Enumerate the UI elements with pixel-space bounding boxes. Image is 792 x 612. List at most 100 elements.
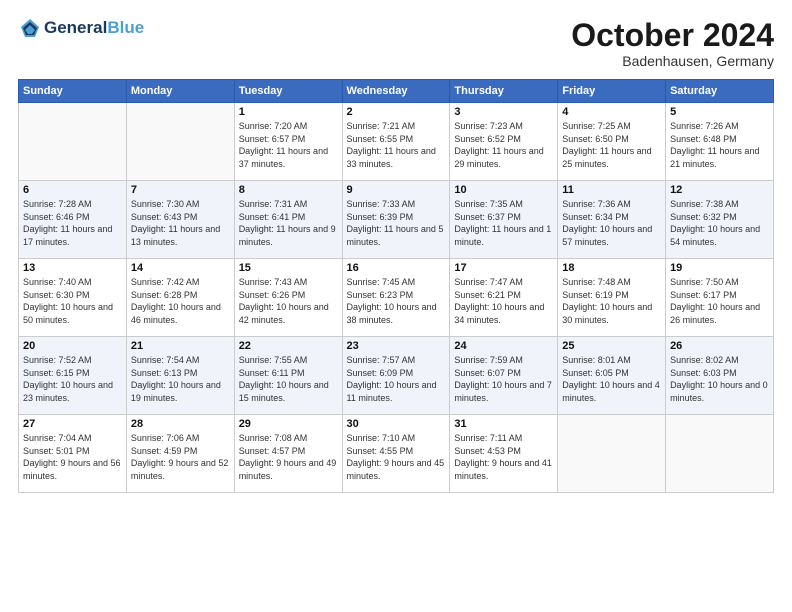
day-info: Sunrise: 7:45 AM Sunset: 6:23 PM Dayligh…	[347, 276, 446, 326]
day-number: 28	[131, 418, 230, 430]
day-number: 22	[239, 340, 338, 352]
table-row: 17Sunrise: 7:47 AM Sunset: 6:21 PM Dayli…	[450, 259, 558, 337]
day-number: 30	[347, 418, 446, 430]
table-row: 18 Sunrise: 7:48 AM Sunset: 6:19 PM Dayli…	[558, 259, 666, 337]
day-number: 10	[454, 184, 553, 196]
table-row: 21 Sunrise: 7:54 AM Sunset: 6:13 PM Dayli…	[126, 337, 234, 415]
day-number: 2	[347, 106, 446, 118]
day-info: Sunrise: 7:28 AM Sunset: 6:46 PM Dayligh…	[23, 198, 122, 248]
day-number: 16	[347, 262, 446, 274]
day-info: Sunrise: 7:21 AM Sunset: 6:55 PM Dayligh…	[347, 120, 446, 170]
day-number: 20	[23, 340, 122, 352]
day-number: 25	[562, 340, 661, 352]
day-info: Sunrise: 7:57 AM Sunset: 6:09 PM Dayligh…	[347, 354, 446, 404]
table-row: 7Sunrise: 7:30 AM Sunset: 6:43 PM Daylig…	[126, 181, 234, 259]
day-number: 9	[347, 184, 446, 196]
table-row: 30 Sunrise: 7:10 AM Sunset: 4:55 PM Dayli…	[342, 415, 450, 493]
calendar-header-row: Sunday Monday Tuesday Wednesday Thursday…	[19, 80, 774, 103]
day-number: 26	[670, 340, 769, 352]
table-row: 9 Sunrise: 7:33 AM Sunset: 6:39 PM Daylig…	[342, 181, 450, 259]
col-wednesday: Wednesday	[342, 80, 450, 103]
day-number: 21	[131, 340, 230, 352]
calendar-week-row: 27Sunrise: 7:04 AM Sunset: 5:01 PM Dayli…	[19, 415, 774, 493]
table-row: 16 Sunrise: 7:45 AM Sunset: 6:23 PM Dayli…	[342, 259, 450, 337]
day-info: Sunrise: 8:02 AM Sunset: 6:03 PM Dayligh…	[670, 354, 769, 404]
col-tuesday: Tuesday	[234, 80, 342, 103]
day-number: 24	[454, 340, 553, 352]
day-info: Sunrise: 7:52 AM Sunset: 6:15 PM Dayligh…	[23, 354, 122, 404]
day-number: 19	[670, 262, 769, 274]
table-row: 26 Sunrise: 8:02 AM Sunset: 6:03 PM Dayli…	[666, 337, 774, 415]
table-row: 6 Sunrise: 7:28 AM Sunset: 6:46 PM Daylig…	[19, 181, 127, 259]
day-info: Sunrise: 7:40 AM Sunset: 6:30 PM Dayligh…	[23, 276, 122, 326]
table-row	[558, 415, 666, 493]
day-number: 18	[562, 262, 661, 274]
logo: GeneralBlue	[18, 18, 144, 38]
table-row: 12 Sunrise: 7:38 AM Sunset: 6:32 PM Dayli…	[666, 181, 774, 259]
table-row	[126, 103, 234, 181]
table-row: 14 Sunrise: 7:42 AM Sunset: 6:28 PM Dayli…	[126, 259, 234, 337]
day-info: Sunrise: 7:42 AM Sunset: 6:28 PM Dayligh…	[131, 276, 230, 326]
day-info: Sunrise: 7:23 AM Sunset: 6:52 PM Dayligh…	[454, 120, 553, 170]
day-info: Sunrise: 7:35 AM Sunset: 6:37 PM Dayligh…	[454, 198, 553, 248]
day-number: 1	[239, 106, 338, 118]
calendar-week-row: 6 Sunrise: 7:28 AM Sunset: 6:46 PM Daylig…	[19, 181, 774, 259]
table-row: 31 Sunrise: 7:11 AM Sunset: 4:53 PM Dayli…	[450, 415, 558, 493]
day-info: Sunrise: 7:10 AM Sunset: 4:55 PM Dayligh…	[347, 432, 446, 482]
table-row: 22 Sunrise: 7:55 AM Sunset: 6:11 PM Dayli…	[234, 337, 342, 415]
col-thursday: Thursday	[450, 80, 558, 103]
day-number: 7	[131, 184, 230, 196]
day-info: Sunrise: 7:48 AM Sunset: 6:19 PM Dayligh…	[562, 276, 661, 326]
table-row: 2 Sunrise: 7:21 AM Sunset: 6:55 PM Daylig…	[342, 103, 450, 181]
table-row: 28 Sunrise: 7:06 AM Sunset: 4:59 PM Dayli…	[126, 415, 234, 493]
day-number: 3	[454, 106, 553, 118]
day-number: 31	[454, 418, 553, 430]
day-info: Sunrise: 7:20 AM Sunset: 6:57 PM Dayligh…	[239, 120, 338, 170]
day-info: Sunrise: 7:31 AM Sunset: 6:41 PM Dayligh…	[239, 198, 338, 248]
day-info: Sunrise: 7:38 AM Sunset: 6:32 PM Dayligh…	[670, 198, 769, 248]
table-row: 1 Sunrise: 7:20 AM Sunset: 6:57 PM Daylig…	[234, 103, 342, 181]
page: GeneralBlue October 2024 Badenhausen, Ge…	[0, 0, 792, 612]
title-block: October 2024 Badenhausen, Germany	[571, 18, 774, 69]
day-number: 23	[347, 340, 446, 352]
day-info: Sunrise: 7:06 AM Sunset: 4:59 PM Dayligh…	[131, 432, 230, 482]
day-info: Sunrise: 7:50 AM Sunset: 6:17 PM Dayligh…	[670, 276, 769, 326]
calendar-table: Sunday Monday Tuesday Wednesday Thursday…	[18, 79, 774, 493]
table-row: 20 Sunrise: 7:52 AM Sunset: 6:15 PM Dayli…	[19, 337, 127, 415]
table-row: 5 Sunrise: 7:26 AM Sunset: 6:48 PM Daylig…	[666, 103, 774, 181]
table-row: 11Sunrise: 7:36 AM Sunset: 6:34 PM Dayli…	[558, 181, 666, 259]
day-info: Sunrise: 7:43 AM Sunset: 6:26 PM Dayligh…	[239, 276, 338, 326]
day-number: 6	[23, 184, 122, 196]
day-info: Sunrise: 7:59 AM Sunset: 6:07 PM Dayligh…	[454, 354, 553, 404]
day-info: Sunrise: 7:25 AM Sunset: 6:50 PM Dayligh…	[562, 120, 661, 170]
col-saturday: Saturday	[666, 80, 774, 103]
table-row: 15Sunrise: 7:43 AM Sunset: 6:26 PM Dayli…	[234, 259, 342, 337]
day-info: Sunrise: 7:33 AM Sunset: 6:39 PM Dayligh…	[347, 198, 446, 248]
table-row: 29 Sunrise: 7:08 AM Sunset: 4:57 PM Dayli…	[234, 415, 342, 493]
day-info: Sunrise: 7:08 AM Sunset: 4:57 PM Dayligh…	[239, 432, 338, 482]
table-row: 19 Sunrise: 7:50 AM Sunset: 6:17 PM Dayli…	[666, 259, 774, 337]
table-row: 27Sunrise: 7:04 AM Sunset: 5:01 PM Dayli…	[19, 415, 127, 493]
day-number: 5	[670, 106, 769, 118]
calendar-week-row: 13Sunrise: 7:40 AM Sunset: 6:30 PM Dayli…	[19, 259, 774, 337]
day-number: 4	[562, 106, 661, 118]
day-number: 12	[670, 184, 769, 196]
day-info: Sunrise: 7:26 AM Sunset: 6:48 PM Dayligh…	[670, 120, 769, 170]
day-info: Sunrise: 7:11 AM Sunset: 4:53 PM Dayligh…	[454, 432, 553, 482]
table-row: 8 Sunrise: 7:31 AM Sunset: 6:41 PM Daylig…	[234, 181, 342, 259]
day-info: Sunrise: 7:47 AM Sunset: 6:21 PM Dayligh…	[454, 276, 553, 326]
logo-icon	[20, 18, 40, 38]
day-info: Sunrise: 7:55 AM Sunset: 6:11 PM Dayligh…	[239, 354, 338, 404]
day-number: 29	[239, 418, 338, 430]
subtitle: Badenhausen, Germany	[571, 53, 774, 69]
day-number: 14	[131, 262, 230, 274]
table-row: 10 Sunrise: 7:35 AM Sunset: 6:37 PM Dayli…	[450, 181, 558, 259]
calendar-week-row: 1 Sunrise: 7:20 AM Sunset: 6:57 PM Daylig…	[19, 103, 774, 181]
col-friday: Friday	[558, 80, 666, 103]
day-number: 8	[239, 184, 338, 196]
table-row: 3 Sunrise: 7:23 AM Sunset: 6:52 PM Daylig…	[450, 103, 558, 181]
header: GeneralBlue October 2024 Badenhausen, Ge…	[18, 18, 774, 69]
month-title: October 2024	[571, 18, 774, 53]
day-info: Sunrise: 7:36 AM Sunset: 6:34 PM Dayligh…	[562, 198, 661, 248]
day-info: Sunrise: 7:54 AM Sunset: 6:13 PM Dayligh…	[131, 354, 230, 404]
